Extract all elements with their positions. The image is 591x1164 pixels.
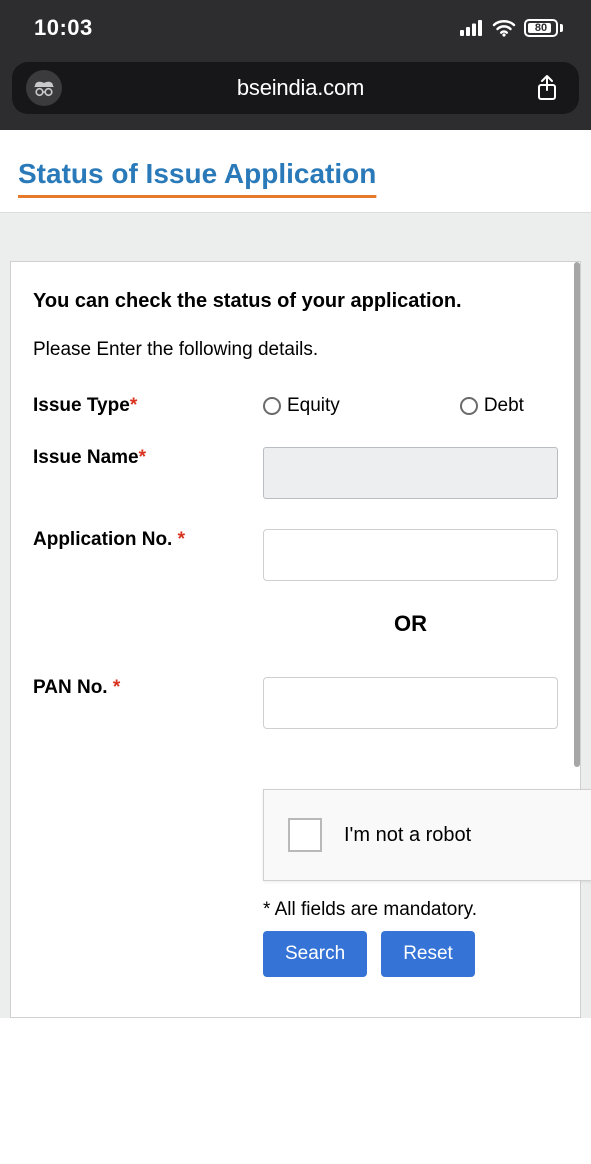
mandatory-note: * All fields are mandatory. [263,899,558,921]
row-application-no: Application No. * [33,529,558,581]
page-header: Status of Issue Application [0,130,591,213]
recaptcha[interactable]: I'm not a robot [263,789,591,881]
page-content: Status of Issue Application You can chec… [0,130,591,1018]
radio-equity[interactable]: Equity [263,395,340,417]
scrollbar[interactable] [574,262,580,767]
recaptcha-label: I'm not a robot [344,824,471,847]
search-button[interactable]: Search [263,931,367,977]
form-card: You can check the status of your applica… [10,261,581,1018]
application-no-input[interactable] [263,529,558,581]
recaptcha-checkbox[interactable] [288,818,322,852]
wifi-icon [492,19,516,37]
reset-button[interactable]: Reset [381,931,475,977]
status-time: 10:03 [34,15,93,41]
browser-chrome: bseindia.com [0,56,591,130]
cellular-icon [460,20,484,36]
or-separator: OR [263,611,558,637]
pan-no-input[interactable] [263,677,558,729]
radio-debt[interactable]: Debt [460,395,524,417]
form-sublead: Please Enter the following details. [33,339,558,361]
label-issue-name: Issue Name* [33,447,263,469]
status-icons: 80 [460,19,563,37]
battery-icon: 80 [524,19,563,37]
ios-status-bar: 10:03 80 [0,0,591,56]
form-lead: You can check the status of your applica… [33,290,558,313]
row-issue-name: Issue Name* [33,447,558,499]
row-pan-no: PAN No. * [33,677,558,729]
share-icon[interactable] [529,70,565,106]
url-text[interactable]: bseindia.com [72,75,529,101]
label-application-no: Application No. * [33,529,263,551]
label-issue-type: Issue Type* [33,395,263,417]
row-issue-type: Issue Type* Equity Debt [33,395,558,417]
form-buttons: Search Reset [263,931,558,977]
issue-name-select[interactable] [263,447,558,499]
private-mode-icon[interactable] [26,70,62,106]
label-pan-no: PAN No. * [33,677,263,699]
url-bar[interactable]: bseindia.com [12,62,579,114]
page-title: Status of Issue Application [18,158,573,190]
